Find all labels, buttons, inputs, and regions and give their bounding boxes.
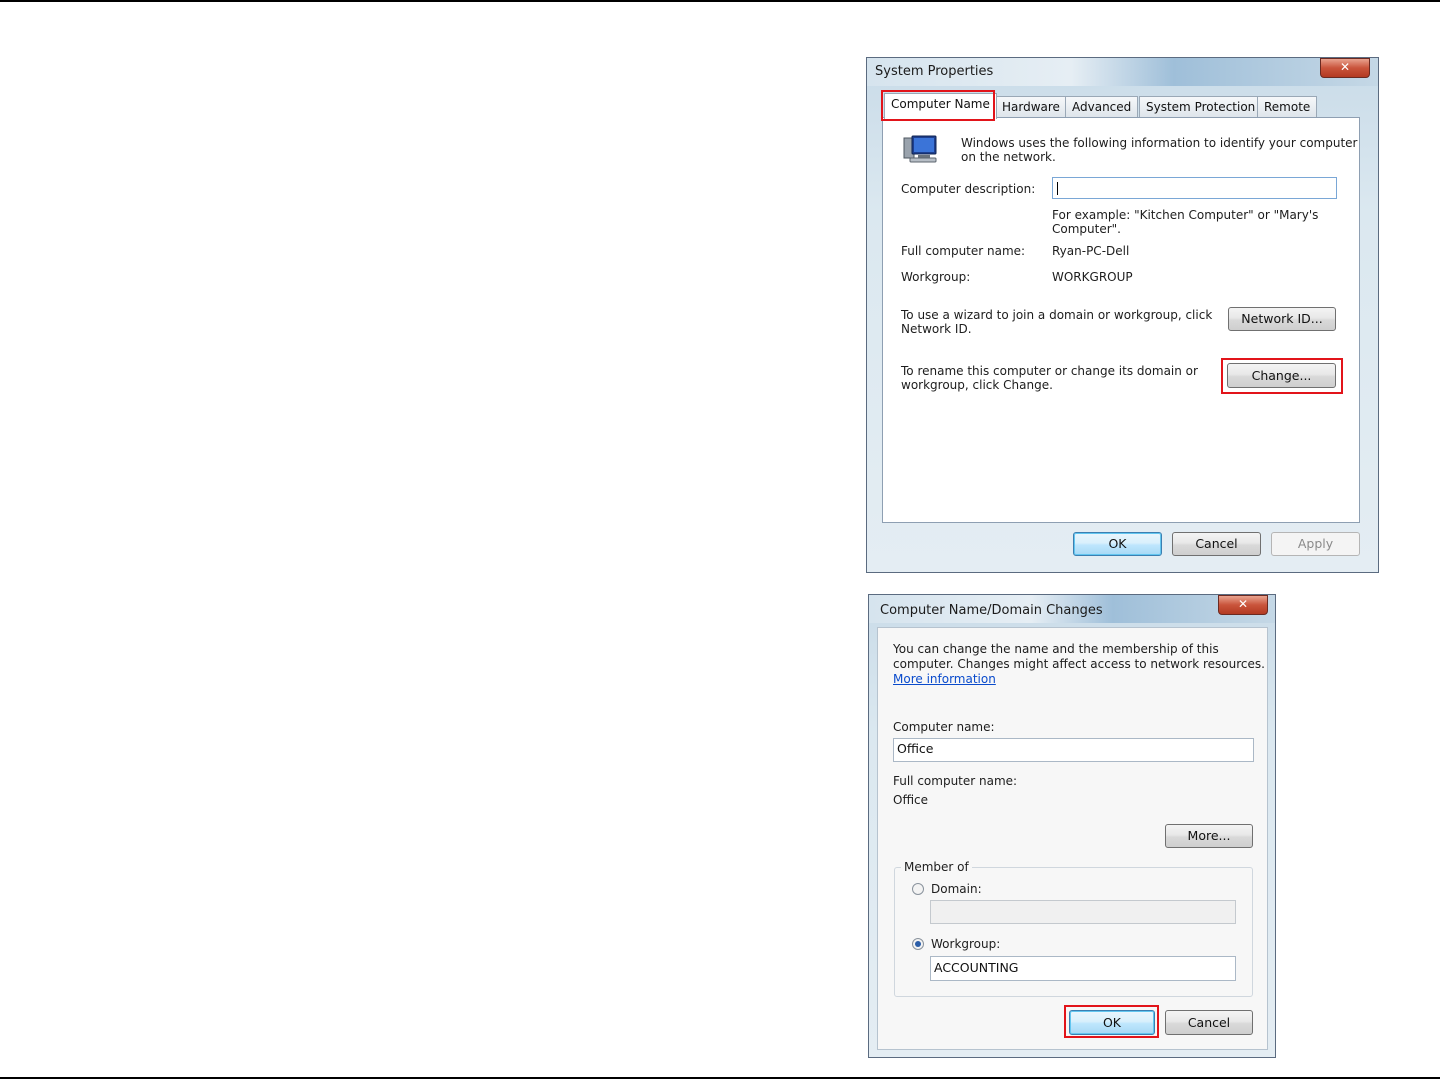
computer-description-field[interactable] (1052, 177, 1337, 199)
rename-hint-line2: workgroup, click Change. (901, 378, 1053, 392)
dialog-title: Computer Name/Domain Changes (880, 603, 1103, 618)
intro-text-line2: on the network. (961, 150, 1056, 164)
ok-button[interactable]: OK (1073, 532, 1162, 556)
domain-field[interactable] (930, 900, 1236, 924)
tab-label: Advanced (1072, 100, 1132, 114)
close-icon: ✕ (1339, 60, 1351, 74)
workgroup-radio[interactable] (912, 938, 924, 950)
dialog-title: System Properties (875, 64, 994, 79)
apply-button[interactable]: Apply (1271, 532, 1360, 556)
network-id-hint-line1: To use a wizard to join a domain or work… (901, 308, 1213, 322)
domain-radio[interactable] (912, 883, 924, 895)
example-text-line1: For example: "Kitchen Computer" or "Mary… (1052, 208, 1319, 222)
rename-hint-line1: To rename this computer or change its do… (901, 364, 1198, 378)
bottom-page-rule (0, 1077, 1440, 1079)
tab-label: Computer Name (891, 97, 990, 111)
example-text-line2: Computer". (1052, 222, 1121, 236)
full-computer-name-label: Full computer name: (893, 774, 1018, 788)
tab-computer-name[interactable]: Computer Name (884, 93, 997, 119)
intro-text-line1: Windows uses the following information t… (961, 136, 1358, 150)
tab-remote[interactable]: Remote (1257, 96, 1318, 118)
change-button[interactable]: Change... (1227, 363, 1336, 388)
full-computer-name-value: Office (893, 793, 929, 807)
top-page-rule (0, 0, 1440, 2)
domain-label: Domain: (931, 882, 982, 896)
title-bar[interactable]: Computer Name/Domain Changes ✕ (869, 595, 1275, 623)
tab-label: Hardware (1002, 100, 1060, 114)
tab-hardware[interactable]: Hardware (995, 96, 1067, 118)
computer-name-field[interactable]: Office (893, 738, 1254, 762)
network-id-button[interactable]: Network ID... (1228, 307, 1336, 331)
tab-label: System Protection (1146, 100, 1256, 114)
computer-network-icon (902, 134, 938, 164)
full-computer-name-label: Full computer name: (901, 244, 1026, 258)
cancel-button[interactable]: Cancel (1172, 532, 1261, 556)
ok-button[interactable]: OK (1069, 1010, 1155, 1035)
intro-text-line2: computer. Changes might affect access to… (893, 657, 1265, 671)
workgroup-field[interactable]: ACCOUNTING (930, 956, 1236, 981)
full-computer-name-value: Ryan-PC-Dell (1052, 244, 1130, 258)
text-cursor (1057, 182, 1058, 195)
tab-label: Remote (1264, 100, 1311, 114)
computer-name-label: Computer name: (893, 720, 995, 734)
more-information-link[interactable]: More information (893, 672, 996, 686)
tab-system-protection[interactable]: System Protection (1139, 96, 1263, 118)
close-button[interactable]: ✕ (1320, 58, 1370, 78)
close-icon: ✕ (1237, 597, 1249, 611)
workgroup-label: Workgroup: (901, 270, 971, 284)
workgroup-value: WORKGROUP (1052, 270, 1133, 284)
cancel-button[interactable]: Cancel (1165, 1010, 1253, 1035)
title-bar[interactable]: System Properties ✕ (867, 58, 1378, 86)
computer-description-label: Computer description: (901, 182, 1036, 196)
workgroup-label: Workgroup: (931, 937, 1001, 951)
close-button[interactable]: ✕ (1218, 595, 1268, 615)
tab-advanced[interactable]: Advanced (1065, 96, 1139, 118)
member-of-label: Member of (901, 860, 972, 874)
intro-text-line1: You can change the name and the membersh… (893, 642, 1219, 656)
network-id-hint-line2: Network ID. (901, 322, 972, 336)
more-button[interactable]: More... (1165, 824, 1253, 848)
